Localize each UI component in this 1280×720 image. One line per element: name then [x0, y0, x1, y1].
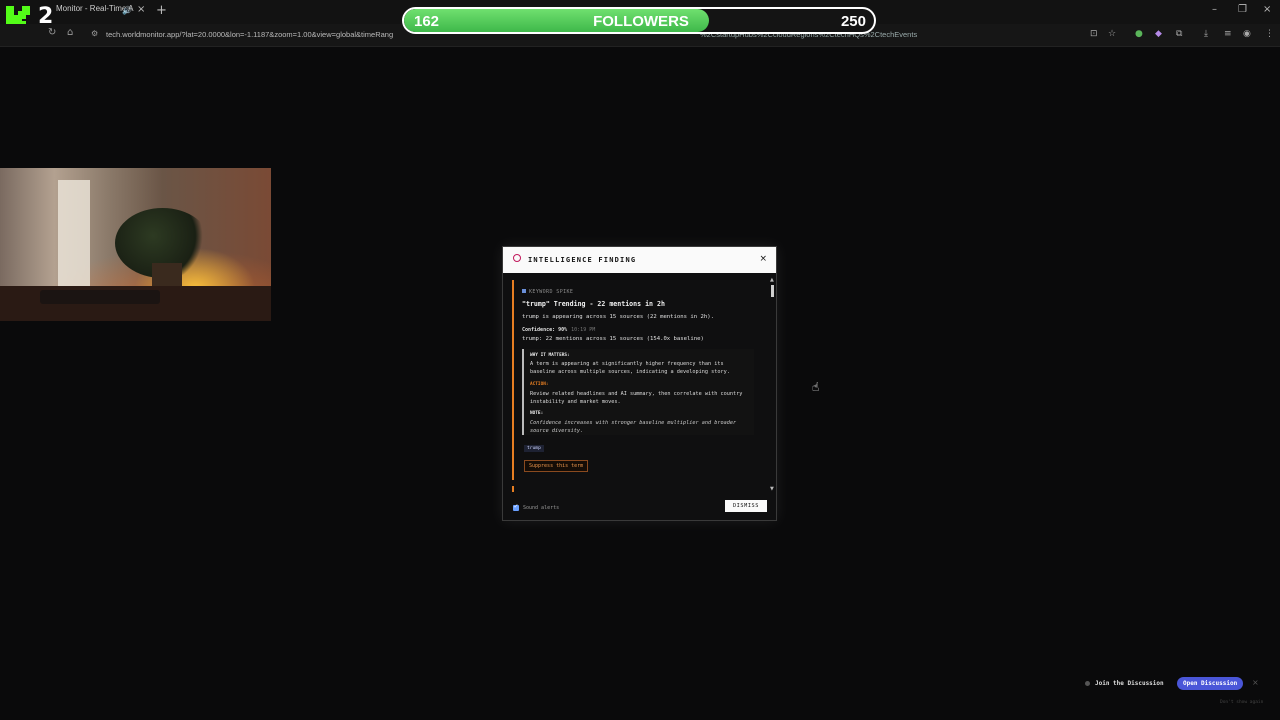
reload-icon[interactable]: ↻: [48, 27, 56, 38]
action-text: Review related headlines and AI summary,…: [530, 391, 743, 405]
modal-title: INTELLIGENCE FINDING: [528, 256, 637, 264]
finding-confidence: Confidence: 90% 10:19 PM: [522, 327, 595, 333]
join-discussion-label: Join the Discussion: [1095, 680, 1164, 687]
minimize-icon[interactable]: –: [1212, 4, 1217, 15]
intelligence-finding-modal: INTELLIGENCE FINDING × KEYWORD SPIKE "tr…: [502, 246, 777, 521]
scrollbar-thumb[interactable]: [771, 285, 774, 297]
url-text[interactable]: tech.worldmonitor.app/?lat=20.0000&lon=-…: [106, 30, 393, 39]
followers-goal-bar: 162 FOLLOWERS 250: [402, 7, 876, 34]
webcam-keyboard: [40, 290, 160, 304]
reading-list-icon[interactable]: ≡: [1224, 29, 1232, 39]
note-text: Confidence increases with stronger basel…: [530, 420, 737, 434]
install-app-icon[interactable]: ⊡: [1090, 29, 1098, 39]
term-tag: trump: [524, 445, 544, 452]
modal-footer: ✓ Sound alerts DISMISS: [503, 496, 776, 520]
discussion-close-icon[interactable]: ×: [1252, 678, 1259, 687]
open-discussion-button[interactable]: Open Discussion: [1177, 677, 1244, 690]
scroll-up-icon[interactable]: ▲: [770, 277, 774, 283]
new-tab-icon[interactable]: +: [156, 3, 167, 18]
hand-cursor-icon: ☝: [812, 380, 820, 394]
webcam-background-door: [58, 180, 90, 290]
discussion-dot-icon: [1085, 681, 1090, 686]
browser-tab[interactable]: Monitor - Real-Time A: [56, 4, 148, 20]
finding-explanation: WHY IT MATTERS: A term is appearing at s…: [522, 349, 754, 435]
followers-label: FOLLOWERS: [593, 13, 689, 30]
followers-goal: 250: [840, 13, 866, 30]
finding-category: KEYWORD SPIKE: [522, 289, 573, 295]
tab-close-icon[interactable]: ×: [137, 4, 145, 15]
chart-icon: [522, 289, 526, 293]
dont-show-again-link[interactable]: Don't show again: [1220, 700, 1263, 705]
modal-scrollbar[interactable]: ▲ ▼: [770, 277, 775, 492]
finding-description: trump is appearing across 15 sources (22…: [522, 314, 714, 320]
finding-title: "trump" Trending - 22 mentions in 2h: [522, 300, 665, 308]
next-finding-marker: [512, 486, 514, 492]
finding-card: KEYWORD SPIKE "trump" Trending - 22 ment…: [512, 280, 767, 480]
bookmark-star-icon[interactable]: ☆: [1108, 29, 1116, 39]
downloads-icon[interactable]: ⤓: [1204, 29, 1208, 39]
window-close-icon[interactable]: ×: [1263, 4, 1271, 15]
finding-category-label: KEYWORD SPIKE: [529, 289, 574, 295]
note-label: NOTE:: [530, 411, 544, 416]
menu-icon[interactable]: ⋮: [1265, 29, 1274, 39]
confidence-value: Confidence: 90%: [522, 327, 568, 333]
extension-icon[interactable]: ◆: [1155, 29, 1162, 39]
modal-close-button[interactable]: ×: [759, 254, 767, 264]
sound-alerts-label: Sound alerts: [523, 505, 560, 511]
finding-time: 10:19 PM: [571, 327, 596, 333]
dismiss-button[interactable]: DISMISS: [724, 500, 767, 512]
site-info-icon[interactable]: ⚙: [91, 29, 98, 38]
modal-body[interactable]: KEYWORD SPIKE "trump" Trending - 22 ment…: [512, 280, 767, 492]
target-icon: [513, 254, 521, 262]
restore-icon[interactable]: ❐: [1238, 4, 1247, 15]
action-label: ACTION:: [530, 382, 549, 387]
why-text: A term is appearing at significantly hig…: [530, 361, 730, 375]
modal-header: INTELLIGENCE FINDING ×: [503, 247, 776, 273]
home-icon[interactable]: ⌂: [67, 27, 73, 38]
suppress-term-button[interactable]: Suppress this term: [524, 460, 589, 472]
scroll-down-icon[interactable]: ▼: [770, 486, 774, 492]
tab-audio-icon[interactable]: 🔊: [122, 6, 132, 15]
extensions-puzzle-icon[interactable]: ⧉: [1176, 29, 1182, 39]
finding-stat: trump: 22 mentions across 15 sources (15…: [522, 336, 704, 342]
profile-icon[interactable]: ◉: [1243, 29, 1251, 39]
why-label: WHY IT MATTERS:: [530, 353, 570, 358]
webcam-feed: [0, 168, 271, 321]
checkmark-icon: ✓: [513, 503, 519, 510]
extension-grammarly-icon[interactable]: ●: [1135, 29, 1143, 39]
